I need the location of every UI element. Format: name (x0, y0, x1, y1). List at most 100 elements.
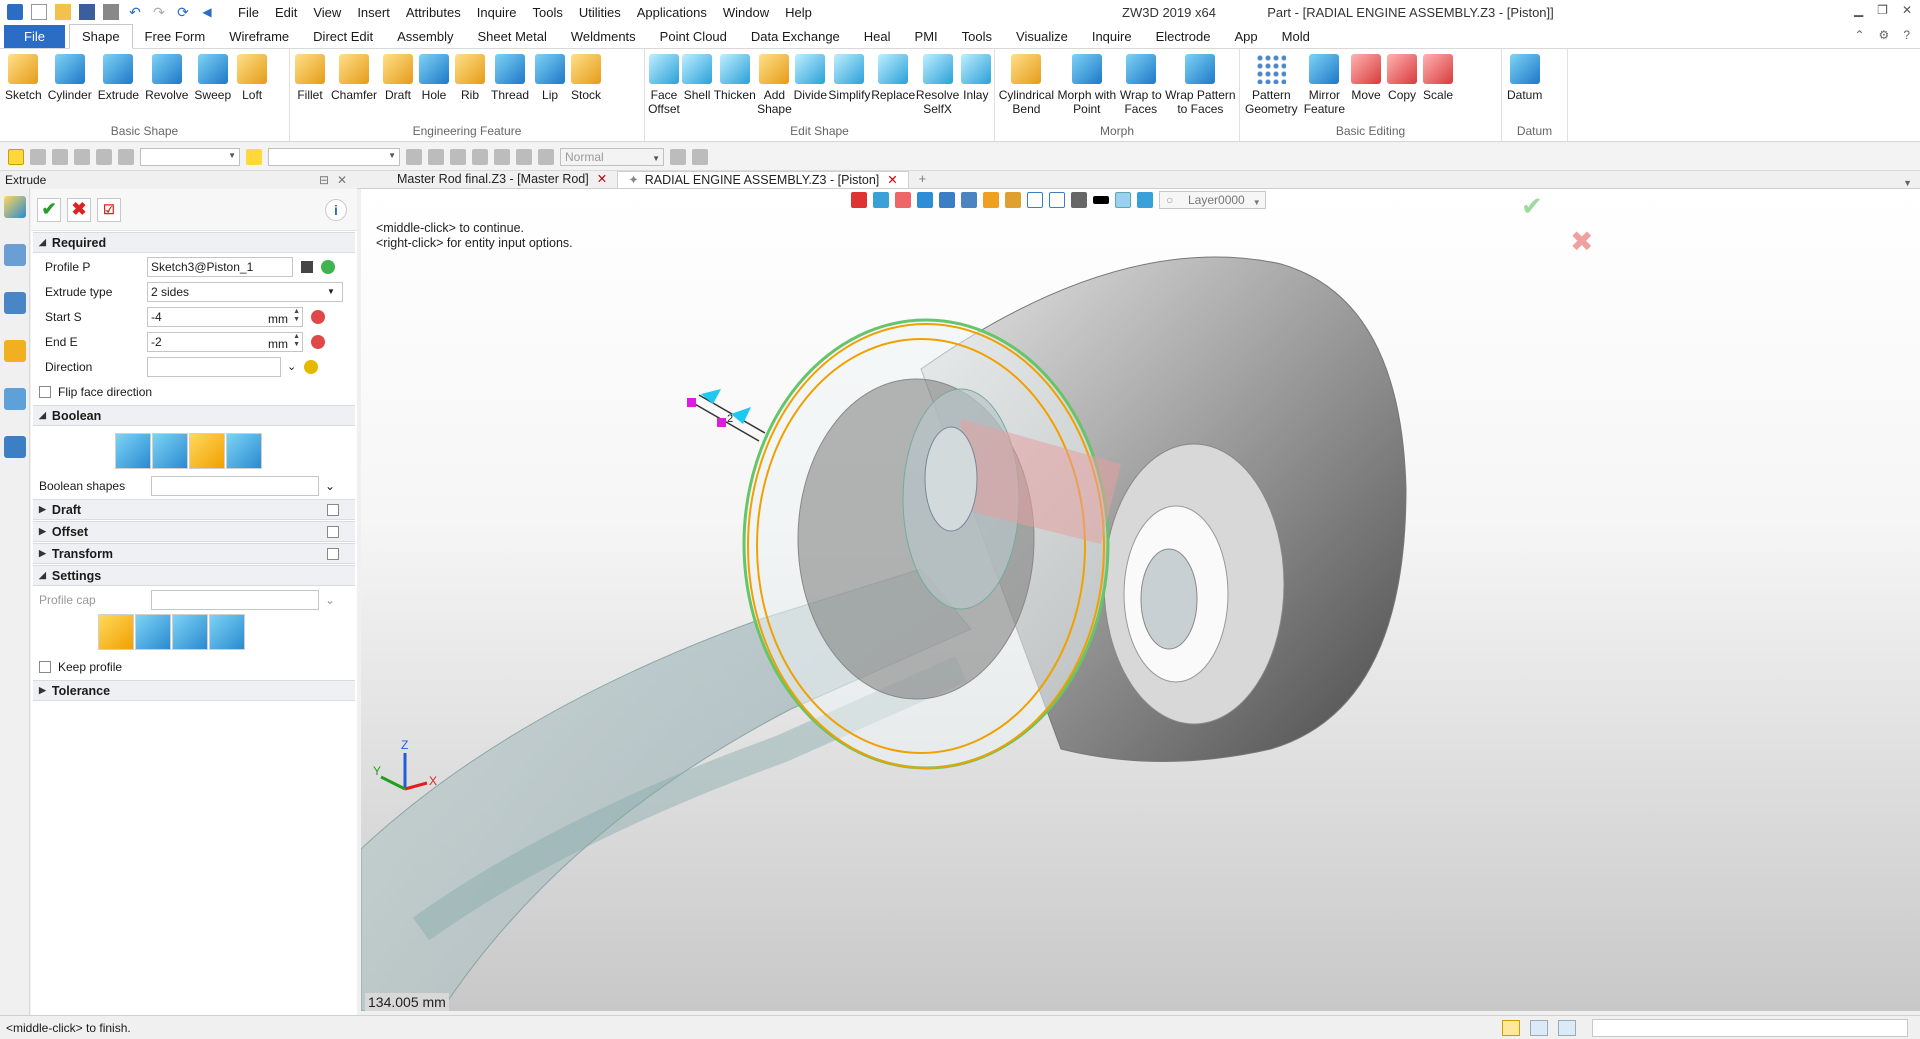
back-arrow-icon[interactable]: ◀ (199, 4, 215, 20)
menu-edit[interactable]: Edit (267, 5, 305, 20)
regen-icon[interactable]: ⟳ (175, 4, 191, 20)
menu-window[interactable]: Window (715, 5, 777, 20)
end-input[interactable]: -2 mm ▲ ▼ (147, 331, 303, 352)
flip-checkbox[interactable] (39, 385, 51, 398)
pin-icon[interactable]: ⊟ (319, 172, 329, 189)
minus-tool-icon[interactable] (52, 148, 68, 165)
profile-options-icon[interactable] (321, 259, 335, 274)
hand-tool-icon[interactable] (516, 148, 532, 165)
section-settings[interactable]: ◢ Settings (33, 565, 355, 586)
cap-end-icon[interactable] (172, 614, 208, 650)
grid-tool-icon[interactable] (406, 148, 422, 165)
settings-icon[interactable]: ⚙ (1879, 28, 1890, 42)
ribbon-tab-pmi[interactable]: PMI (903, 25, 950, 48)
ribbon-tab-electrode[interactable]: Electrode (1144, 25, 1223, 48)
menu-help[interactable]: Help (777, 5, 820, 20)
assembly-tab-icon[interactable] (4, 292, 26, 314)
shape-tool-icon[interactable] (96, 148, 112, 165)
align-left-icon[interactable] (450, 148, 466, 165)
ribbon-tab-inquire[interactable]: Inquire (1080, 25, 1144, 48)
align-right-icon[interactable] (494, 148, 510, 165)
cap-none-icon[interactable] (98, 614, 134, 650)
close-window-icon[interactable]: ✕ (1902, 3, 1912, 17)
offset-checkbox[interactable] (327, 525, 339, 538)
cap-start-icon[interactable] (135, 614, 171, 650)
ribbon-tab-sheet-metal[interactable]: Sheet Metal (466, 25, 559, 48)
ok-icon[interactable]: ✔ (37, 197, 61, 222)
ribbon-tab-free-form[interactable]: Free Form (133, 25, 218, 48)
ribbon-tab-direct-edit[interactable]: Direct Edit (301, 25, 385, 48)
new-file-icon[interactable] (31, 4, 47, 20)
start-options-icon[interactable] (311, 309, 325, 324)
ribbon-tab-tools[interactable]: Tools (950, 25, 1004, 48)
doc-tab-master-rod[interactable]: Master Rod final.Z3 - [Master Rod] ✕ (387, 171, 617, 188)
feature-tab-icon[interactable] (4, 196, 26, 218)
info-icon[interactable]: i (325, 198, 347, 221)
settings-tool-icon[interactable] (692, 148, 708, 165)
layout-icon[interactable] (1502, 1019, 1520, 1036)
pick-filter-icon[interactable] (8, 148, 24, 165)
model-view[interactable]: 2 Z X Y (361, 189, 1920, 1011)
save-icon[interactable] (79, 4, 95, 20)
select-mode-icon[interactable] (246, 148, 262, 165)
profile-cap-field[interactable] (151, 589, 319, 610)
ribbon-tab-heal[interactable]: Heal (852, 25, 903, 48)
draft-checkbox[interactable] (327, 503, 339, 516)
ribbon-tab-assembly[interactable]: Assembly (385, 25, 465, 48)
redo-icon[interactable]: ↷ (151, 4, 167, 20)
maximize-icon[interactable]: ❐ (1877, 3, 1888, 17)
graphics-viewport[interactable]: <middle-click> to continue. <right-click… (361, 189, 1920, 1011)
reject-icon[interactable]: ✖ (1570, 225, 1593, 258)
ribbon-tab-point-cloud[interactable]: Point Cloud (648, 25, 739, 48)
filter-combo[interactable]: ▼ (140, 147, 240, 166)
extrude-type-select[interactable]: 2 sides (147, 281, 343, 302)
history-tab-icon[interactable] (4, 244, 26, 266)
keep-profile-checkbox[interactable] (39, 660, 51, 673)
apply-icon[interactable]: ☑ (97, 197, 121, 222)
ribbon-tab-data-exchange[interactable]: Data Exchange (739, 25, 852, 48)
pick-profile-icon[interactable] (301, 260, 313, 273)
open-folder-icon[interactable] (55, 4, 71, 20)
ribbon-tab-file[interactable]: File (4, 25, 65, 48)
section-transform[interactable]: ▶ Transform (33, 543, 355, 564)
ribbon-tab-shape[interactable]: Shape (68, 24, 133, 49)
menu-view[interactable]: View (305, 5, 349, 20)
section-boolean[interactable]: ◢ Boolean (33, 405, 355, 426)
cursor-tool-icon[interactable] (670, 148, 686, 165)
command-input[interactable] (1592, 1018, 1908, 1037)
panel-toggle-icon[interactable] (1558, 1019, 1576, 1036)
tab-list-icon[interactable]: ▼ (1903, 178, 1912, 188)
render-settings-icon[interactable] (538, 148, 554, 165)
section-draft[interactable]: ▶ Draft (33, 499, 355, 520)
profile-field[interactable]: Sketch3@Piston_1 (147, 256, 293, 277)
ribbon-tab-mold[interactable]: Mold (1270, 25, 1322, 48)
collapse-ribbon-icon[interactable]: ⌃ (1854, 28, 1864, 42)
boolean-shapes-field[interactable] (151, 475, 319, 496)
render-mode-combo[interactable]: Normal ▼ (560, 147, 664, 166)
close-tab-icon[interactable]: ✕ (887, 173, 897, 187)
close-tab-icon[interactable]: ✕ (597, 172, 607, 186)
cancel-icon[interactable]: ✖ (67, 197, 91, 222)
start-input[interactable]: -4 mm ▲ ▼ (147, 306, 303, 327)
monitor-icon[interactable] (1530, 1019, 1548, 1036)
start-spinner[interactable]: ▲ ▼ (293, 308, 300, 324)
boolean-add-icon[interactable] (152, 433, 188, 469)
help-icon[interactable]: ? (1903, 28, 1910, 42)
double-chevron-icon[interactable]: ⌄ (325, 593, 335, 607)
menu-applications[interactable]: Applications (629, 5, 715, 20)
direction-options-icon[interactable] (304, 359, 319, 374)
boolean-remove-icon[interactable] (189, 433, 225, 469)
print-tool-icon[interactable] (428, 148, 444, 165)
minimize-icon[interactable]: ▁ (1854, 3, 1863, 17)
end-spinner[interactable]: ▲ ▼ (293, 333, 300, 349)
doc-tab-radial-engine[interactable]: ✦ RADIAL ENGINE ASSEMBLY.Z3 - [Piston] ✕ (617, 171, 909, 188)
menu-utilities[interactable]: Utilities (571, 5, 629, 20)
ribbon-tab-app[interactable]: App (1223, 25, 1270, 48)
close-panel-icon[interactable]: ✕ (337, 172, 347, 189)
print-icon[interactable] (103, 4, 119, 20)
pattern-tool-icon[interactable] (118, 148, 134, 165)
end-options-icon[interactable] (311, 334, 325, 349)
new-tab-icon[interactable]: + (909, 171, 936, 188)
add-tool-icon[interactable] (74, 148, 90, 165)
cap-both-icon[interactable] (209, 614, 245, 650)
